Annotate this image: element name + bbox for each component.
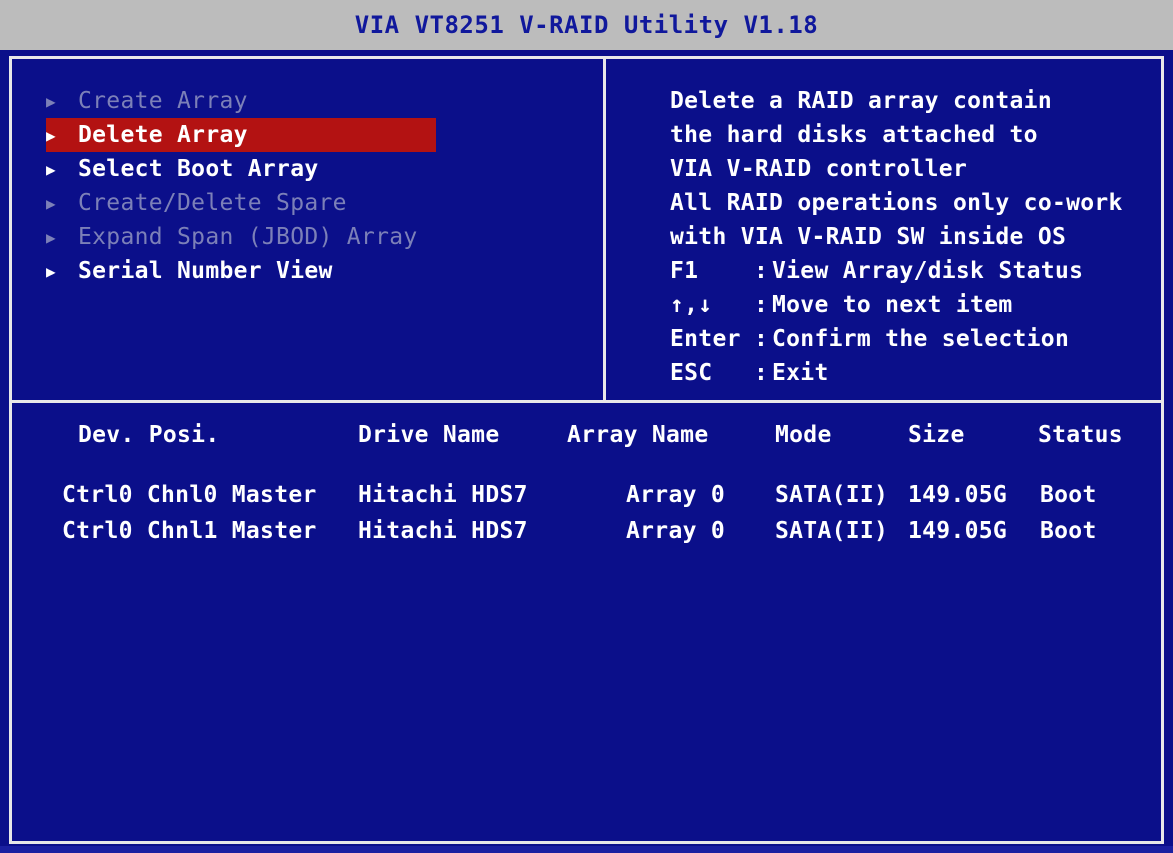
cell-dev-posi: Ctrl0 Chnl1 Master <box>62 518 317 544</box>
cell-status: Boot <box>1040 518 1097 544</box>
key-label: ↑,↓ <box>670 292 713 318</box>
header-drive-name: Drive Name <box>358 422 500 448</box>
header-dev-posi: Dev. Posi. <box>78 422 220 448</box>
cell-status: Boot <box>1040 482 1097 508</box>
pane-divider-vertical <box>603 59 606 400</box>
key-separator: : <box>754 292 769 318</box>
key-description: Confirm the selection <box>772 326 1070 352</box>
cell-mode: SATA(II) <box>775 518 889 544</box>
title-bar: VIA VT8251 V-RAID Utility V1.18 <box>0 0 1173 50</box>
menu-item-create-array[interactable]: ▶ Create Array <box>46 84 436 118</box>
help-description-line: the hard disks attached to <box>670 122 1038 148</box>
menu-item-label: Select Boot Array <box>78 156 319 182</box>
help-panel: Delete a RAID array contain the hard dis… <box>670 84 1160 390</box>
cell-drive-name: Hitachi HDS7 <box>358 518 528 544</box>
cell-drive-name: Hitachi HDS7 <box>358 482 528 508</box>
menu-item-select-boot-array[interactable]: ▶ Select Boot Array <box>46 152 436 186</box>
key-label: F1 <box>670 258 699 284</box>
menu-item-label: Create/Delete Spare <box>78 190 347 216</box>
menu-item-label: Expand Span (JBOD) Array <box>78 224 418 250</box>
key-description: Exit <box>772 360 829 386</box>
menu-item-label: Create Array <box>78 88 248 114</box>
cell-dev-posi: Ctrl0 Chnl0 Master <box>62 482 317 508</box>
table-row: Ctrl0 Chnl1 Master Hitachi HDS7 Array 0 … <box>0 514 1173 550</box>
help-description-line: VIA V-RAID controller <box>670 156 968 182</box>
cell-size: 149.05G <box>908 518 1008 544</box>
cell-array-name: Array 0 <box>626 518 726 544</box>
help-description-line: Delete a RAID array contain <box>670 88 1052 114</box>
menu-item-label: Serial Number View <box>78 258 333 284</box>
app-title: VIA VT8251 V-RAID Utility V1.18 <box>354 11 819 39</box>
bottom-edge <box>0 846 1173 853</box>
cell-mode: SATA(II) <box>775 482 889 508</box>
device-table: Dev. Posi. Drive Name Array Name Mode Si… <box>0 418 1173 550</box>
help-key-arrows: ↑,↓: Move to next item <box>670 288 1160 322</box>
menu-item-create-delete-spare[interactable]: ▶ Create/Delete Spare <box>46 186 436 220</box>
help-key-enter: Enter: Confirm the selection <box>670 322 1160 356</box>
header-size: Size <box>908 422 965 448</box>
cell-size: 149.05G <box>908 482 1008 508</box>
menu-item-label: Delete Array <box>78 122 248 148</box>
key-separator: : <box>754 360 769 386</box>
arrow-right-icon: ▶ <box>46 261 56 281</box>
arrow-right-icon: ▶ <box>46 125 56 145</box>
menu-item-delete-array[interactable]: ▶ Delete Array <box>46 118 436 152</box>
key-separator: : <box>754 258 769 284</box>
arrow-right-icon: ▶ <box>46 91 56 111</box>
help-description-line: All RAID operations only co-work <box>670 190 1123 216</box>
help-key-f1: F1: View Array/disk Status <box>670 254 1160 288</box>
arrow-right-icon: ▶ <box>46 159 56 179</box>
cell-array-name: Array 0 <box>626 482 726 508</box>
key-label: Enter <box>670 326 741 352</box>
table-header: Dev. Posi. Drive Name Array Name Mode Si… <box>0 418 1173 454</box>
header-status: Status <box>1038 422 1123 448</box>
arrow-right-icon: ▶ <box>46 227 56 247</box>
table-row: Ctrl0 Chnl0 Master Hitachi HDS7 Array 0 … <box>0 478 1173 514</box>
key-description: View Array/disk Status <box>772 258 1084 284</box>
key-separator: : <box>754 326 769 352</box>
key-label: ESC <box>670 360 713 386</box>
arrow-right-icon: ▶ <box>46 193 56 213</box>
help-description-line: with VIA V-RAID SW inside OS <box>670 224 1067 250</box>
menu-item-expand-span-array[interactable]: ▶ Expand Span (JBOD) Array <box>46 220 436 254</box>
pane-divider-horizontal <box>9 400 1164 403</box>
header-array-name: Array Name <box>567 422 709 448</box>
main-menu: ▶ Create Array ▶ Delete Array ▶ Select B… <box>46 84 436 288</box>
key-description: Move to next item <box>772 292 1013 318</box>
help-key-esc: ESC: Exit <box>670 356 1160 390</box>
header-mode: Mode <box>775 422 832 448</box>
menu-item-serial-number-view[interactable]: ▶ Serial Number View <box>46 254 436 288</box>
